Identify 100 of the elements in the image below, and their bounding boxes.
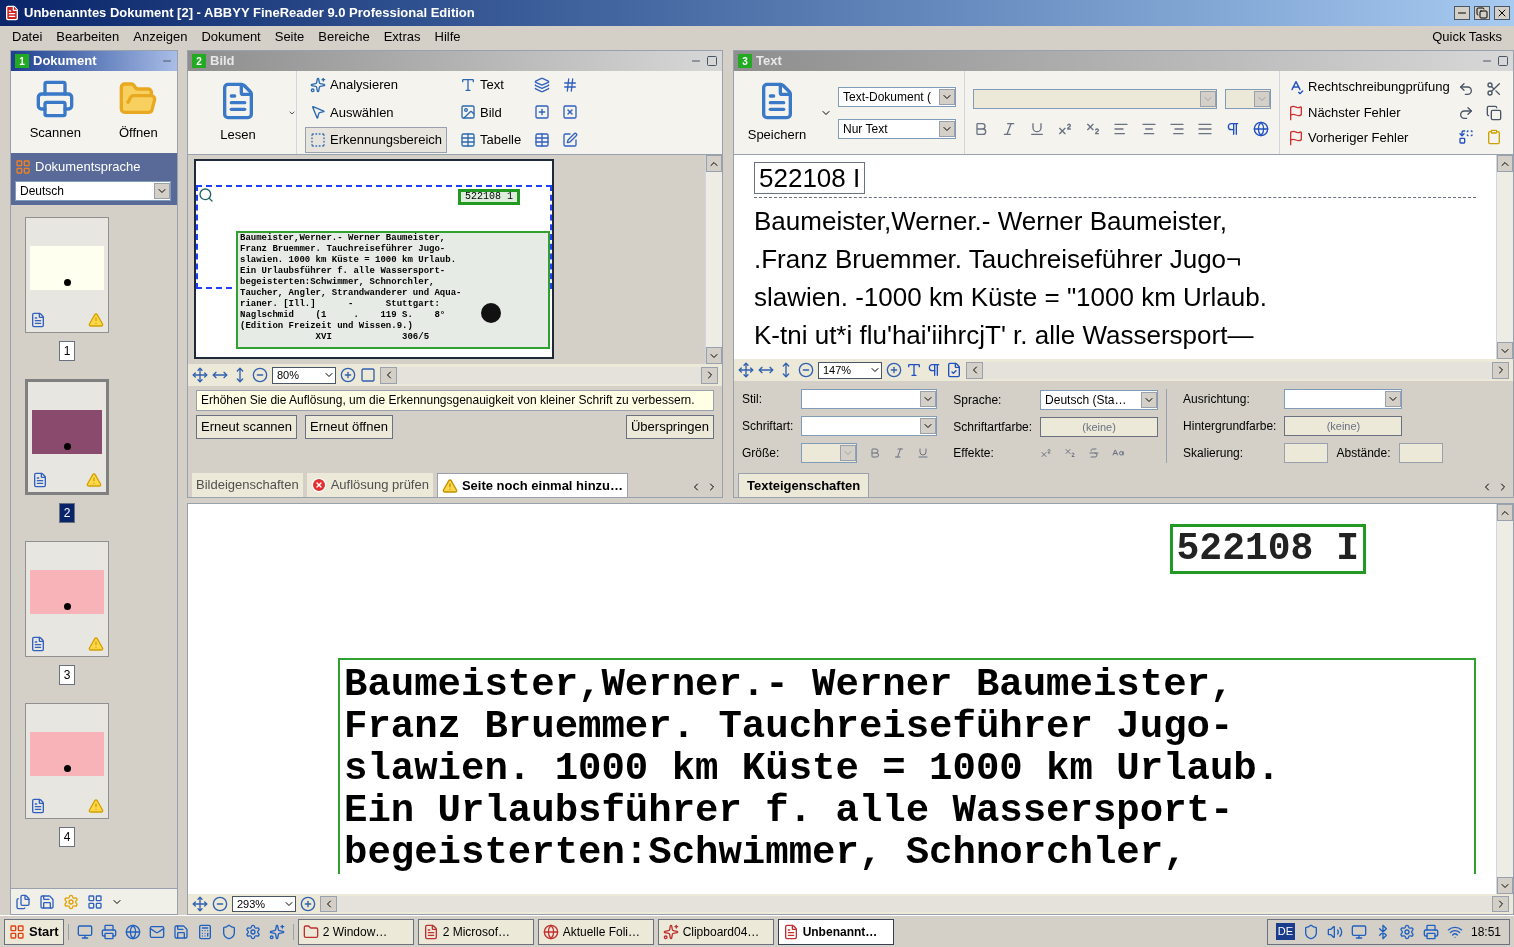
italic-icon[interactable] [893,446,906,459]
taskbar-button[interactable]: 2 Microsof… [417,918,534,945]
vertical-scrollbar[interactable] [1496,504,1513,894]
font-size-select[interactable] [1225,88,1271,109]
gear-icon[interactable] [244,923,261,940]
zoom-in-icon[interactable] [886,362,902,378]
tool-button[interactable]: Tabelle [455,127,527,154]
fit-page-icon[interactable] [192,367,208,383]
save-icon[interactable] [39,893,55,910]
tool-button[interactable]: Auswählen [305,99,448,126]
zoom-in-icon[interactable] [340,367,356,383]
action-button[interactable]: Erneut scannen [196,415,298,439]
start-button[interactable]: Start [4,918,64,945]
taskbar-button[interactable]: Clipboard04… [657,918,774,945]
numbering-icon[interactable] [562,76,579,93]
add-area-icon[interactable] [534,104,551,121]
zoom-out-icon[interactable] [212,896,228,912]
menu-item[interactable]: Hilfe [434,27,461,47]
scan-button[interactable]: Scannen [25,79,85,143]
action-button[interactable]: Überspringen [625,415,714,439]
menu-item[interactable]: Datei [12,27,43,47]
copy-icon[interactable] [1485,104,1502,121]
font-select[interactable] [801,416,938,436]
restore-icon[interactable] [1476,7,1488,19]
globe-icon[interactable] [124,923,141,940]
taskbar-button[interactable]: Unbenannt… [777,918,894,945]
maximize-icon[interactable] [1497,55,1509,67]
language-indicator[interactable]: DE [1275,923,1295,940]
speaker-icon[interactable] [1326,923,1343,940]
underline-icon[interactable] [1029,120,1045,137]
star-icon[interactable] [268,923,285,940]
undo-icon[interactable] [1457,80,1474,97]
font-select[interactable] [973,88,1217,109]
language-select[interactable]: Deutsch (Sta… [1040,389,1159,410]
tool-button[interactable]: Bild [455,99,527,126]
save-button[interactable]: Speichern [734,71,820,154]
font-icon[interactable] [906,362,922,378]
bold-icon[interactable] [973,120,989,137]
spacing-field[interactable] [1398,442,1443,463]
pages-icon[interactable] [15,893,31,910]
read-button[interactable]: Lesen [188,71,288,154]
gear-icon[interactable] [1398,923,1415,940]
taskbar-button[interactable]: 2 Window… [297,918,414,945]
language-select[interactable]: Deutsch [15,180,171,201]
background-color-button[interactable]: (keine) [1284,416,1403,436]
printer-icon[interactable] [1422,923,1439,940]
panel-tab[interactable]: Seite noch einmal hinzu… [436,473,628,497]
underline-icon[interactable] [917,446,930,459]
edit-icon[interactable] [562,132,579,149]
shield-icon[interactable] [1302,923,1319,940]
zoom-out-icon[interactable] [798,362,814,378]
pilcrow-icon[interactable] [1225,120,1241,137]
menu-item[interactable]: Bearbeiten [56,27,120,47]
size-select[interactable] [801,442,858,463]
page-thumbnail[interactable] [25,378,109,495]
page-thumbnail[interactable] [25,216,109,333]
spell-action[interactable]: Rechtschreibungprüfung [1288,77,1450,97]
delete-area-icon[interactable] [562,104,579,121]
panel-tab[interactable]: Auflösung prüfen [306,473,433,497]
alignment-select[interactable] [1284,389,1403,410]
redo-icon[interactable] [1457,104,1474,121]
cut-icon[interactable] [1485,80,1502,97]
shield-icon[interactable] [220,923,237,940]
menu-item[interactable]: Seite [274,27,305,47]
menu-item[interactable]: Bereiche [318,27,370,47]
monitor-icon[interactable] [1350,923,1367,940]
zoom-select[interactable]: 147% [818,361,882,379]
desktop-icon[interactable] [76,923,93,940]
horizontal-scrollbar[interactable] [320,896,1509,912]
scaling-field[interactable] [1284,442,1329,463]
zoom-out-icon[interactable] [252,367,268,383]
open-button[interactable]: Öffnen [114,79,163,143]
globe-icon[interactable] [1253,120,1269,137]
menu-item[interactable]: Extras [383,27,421,47]
menu-item[interactable]: Anzeigen [133,27,188,47]
superscript-icon[interactable] [1040,447,1053,460]
style-select[interactable] [801,389,938,410]
strikethrough-icon[interactable] [1088,447,1101,460]
mail-icon[interactable] [148,923,165,940]
add-table-icon[interactable] [534,132,551,149]
horizontal-scrollbar[interactable] [380,366,718,384]
fit-page-icon[interactable] [192,896,208,912]
font-color-button[interactable]: (keine) [1040,417,1159,437]
maximize-icon[interactable] [706,55,718,67]
page-thumbnail[interactable] [25,702,109,819]
fit-page-icon[interactable] [738,362,754,378]
menu-item[interactable]: Dokument [201,27,261,47]
calculator-icon[interactable] [196,923,213,940]
bold-icon[interactable] [869,446,882,459]
close-icon[interactable] [1496,7,1508,19]
format-select[interactable]: Text-Dokument ( [838,86,956,107]
taskbar-button[interactable]: Aktuelle Foli… [537,918,654,945]
zoom-select[interactable]: 293% [232,896,296,912]
page-thumbnail[interactable] [25,540,109,657]
zoom-in-icon[interactable] [300,896,316,912]
printer-icon[interactable] [100,923,117,940]
horizontal-scrollbar[interactable] [966,361,1509,379]
tool-button[interactable]: Analysieren [305,71,448,98]
view-grid-icon[interactable] [87,893,103,910]
quick-tasks-menu[interactable]: Quick Tasks [1432,27,1502,47]
